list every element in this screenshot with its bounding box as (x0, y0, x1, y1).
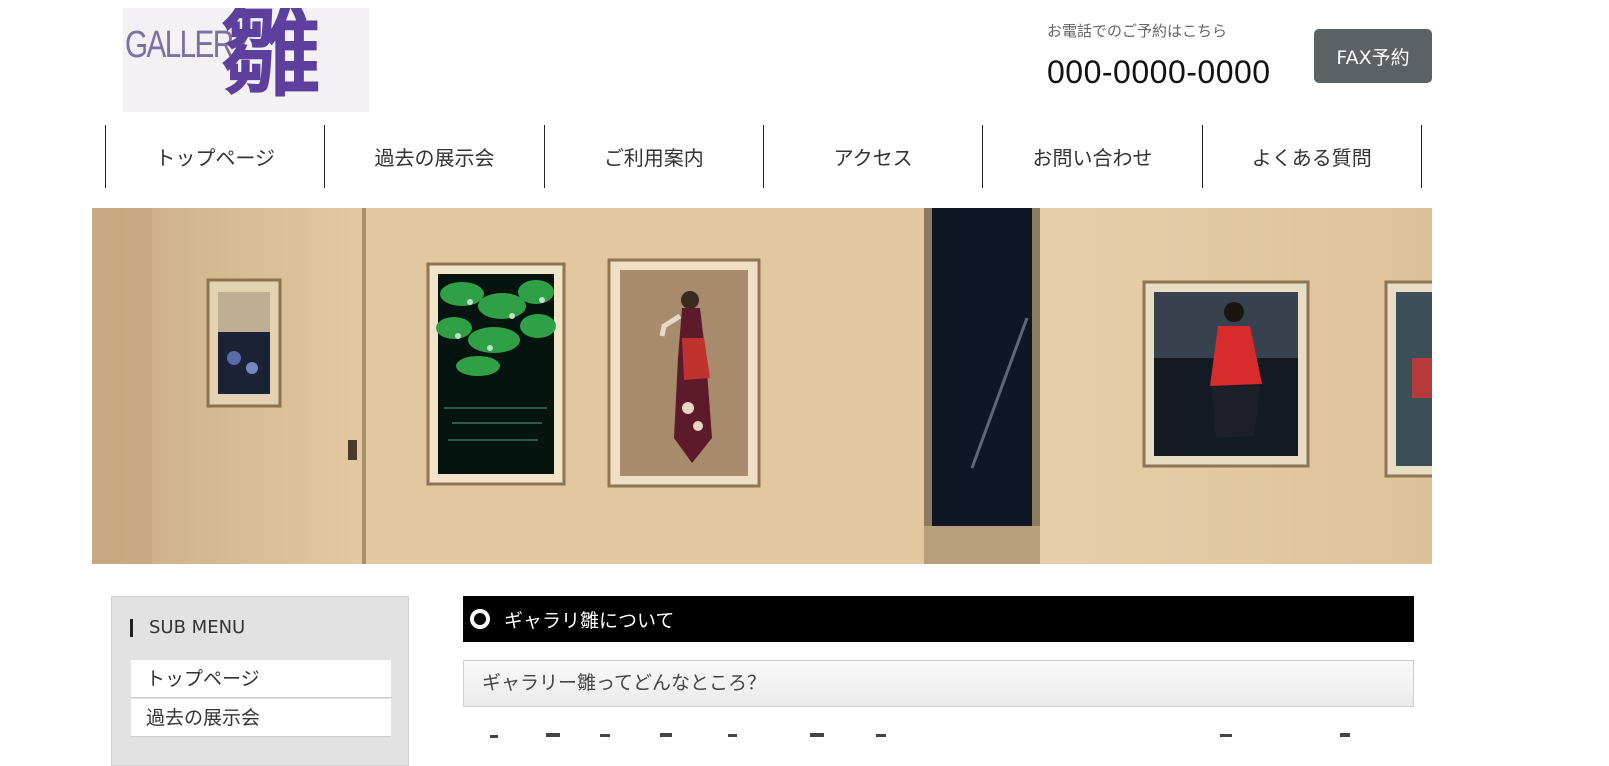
hero-image (92, 208, 1432, 564)
section-heading: ギャラリ雛について (463, 596, 1414, 642)
cut-text-fragments (490, 733, 1350, 738)
sub-menu-item-top[interactable]: トップページ (131, 660, 391, 698)
nav-item-faq[interactable]: よくある質問 (1201, 125, 1421, 188)
section-heading-text: ギャラリ雛について (504, 609, 675, 632)
sub-menu-item-past-exhibitions[interactable]: 過去の展示会 (131, 699, 391, 737)
faq-subheading: ギャラリー雛ってどんなところ？ (463, 660, 1414, 707)
logo-kanji-text: 雛 (221, 8, 321, 111)
nav-item-access[interactable]: アクセス (762, 125, 982, 188)
fax-reservation-button[interactable]: FAX予約 (1314, 29, 1432, 83)
nav-item-top[interactable]: トップページ (105, 125, 324, 188)
cut-off-paragraph (480, 724, 1400, 738)
circle-icon (470, 609, 490, 629)
phone-number[interactable]: 000-0000-0000 (1047, 54, 1271, 91)
global-nav: トップページ 過去の展示会 ご利用案内 アクセス お問い合わせ よくある質問 (105, 125, 1422, 188)
nav-item-contact[interactable]: お問い合わせ (982, 125, 1201, 188)
sub-menu-title: SUB MENU (130, 619, 245, 637)
phone-caption: お電話でのご予約はこちら (1047, 22, 1228, 40)
gallery-logo[interactable]: GALLERY 雛 (123, 8, 369, 112)
gallery-interior-illustration (92, 208, 1432, 564)
nav-item-guide[interactable]: ご利用案内 (543, 125, 763, 188)
nav-item-past-exhibitions[interactable]: 過去の展示会 (324, 125, 543, 188)
sub-menu: SUB MENU トップページ 過去の展示会 (111, 596, 409, 766)
